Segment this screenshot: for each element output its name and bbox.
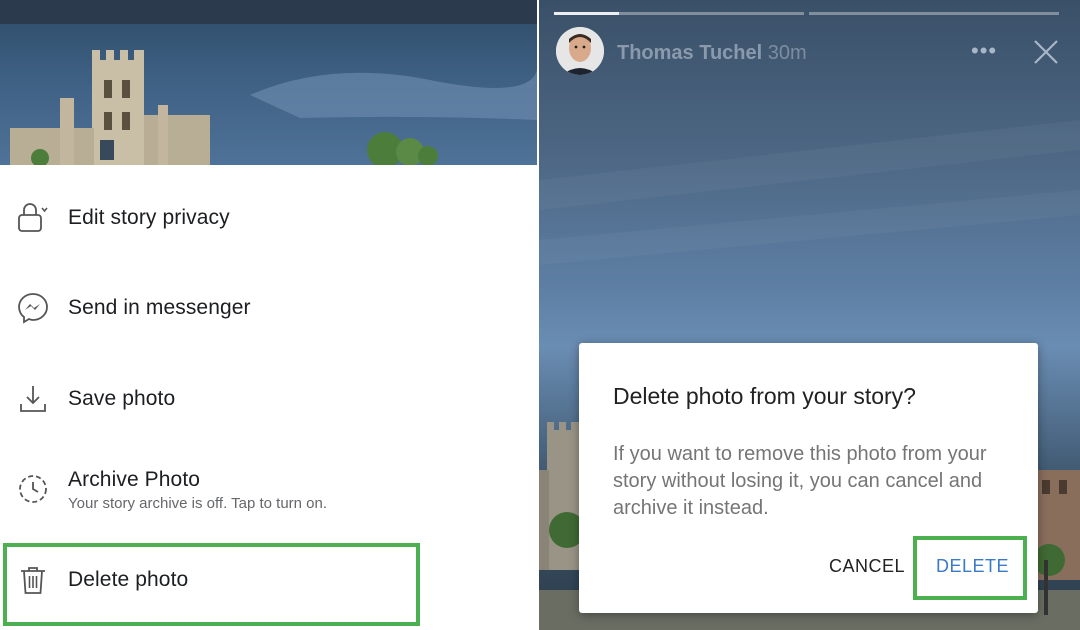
messenger-icon: [16, 291, 50, 325]
menu-item-edit-privacy[interactable]: Edit story privacy: [0, 173, 537, 263]
menu-item-archive-photo[interactable]: Archive Photo Your story archive is off.…: [0, 444, 537, 534]
story-progress-1: [554, 12, 804, 15]
story-progress-1-fill: [554, 12, 619, 15]
story-photo-preview: [0, 0, 537, 165]
menu-item-label: Edit story privacy: [68, 206, 230, 229]
download-icon: [16, 382, 50, 416]
menu-item-label: Send in messenger: [68, 296, 251, 319]
menu-item-sublabel: Your story archive is off. Tap to turn o…: [68, 495, 328, 512]
story-viewer: Thomas Tuchel 30m ••• Delete photo from …: [539, 0, 1080, 630]
cancel-button[interactable]: CANCEL: [829, 556, 905, 577]
story-user-name[interactable]: Thomas Tuchel 30m: [617, 42, 807, 65]
castle-image: [10, 50, 537, 165]
menu-item-label: Save photo: [68, 387, 176, 410]
menu-item-save-photo[interactable]: Save photo: [0, 354, 537, 444]
lock-icon: [16, 201, 50, 235]
dialog-body: If you want to remove this photo from yo…: [613, 443, 987, 519]
story-options-panel: Edit story privacy Send in messenger Sav…: [0, 0, 537, 630]
menu-item-send-messenger[interactable]: Send in messenger: [0, 263, 537, 353]
dialog-title: Delete photo from your story?: [613, 383, 916, 409]
delete-photo-highlight: [3, 543, 420, 626]
close-icon[interactable]: [1032, 38, 1060, 66]
story-progress-2: [809, 12, 1059, 15]
avatar[interactable]: [556, 27, 604, 75]
menu-item-label: Archive Photo: [68, 468, 201, 491]
story-time: 30m: [767, 42, 807, 64]
delete-button-highlight: [913, 536, 1027, 600]
more-dots-icon[interactable]: •••: [971, 38, 997, 64]
archive-clock-icon: [16, 472, 50, 506]
